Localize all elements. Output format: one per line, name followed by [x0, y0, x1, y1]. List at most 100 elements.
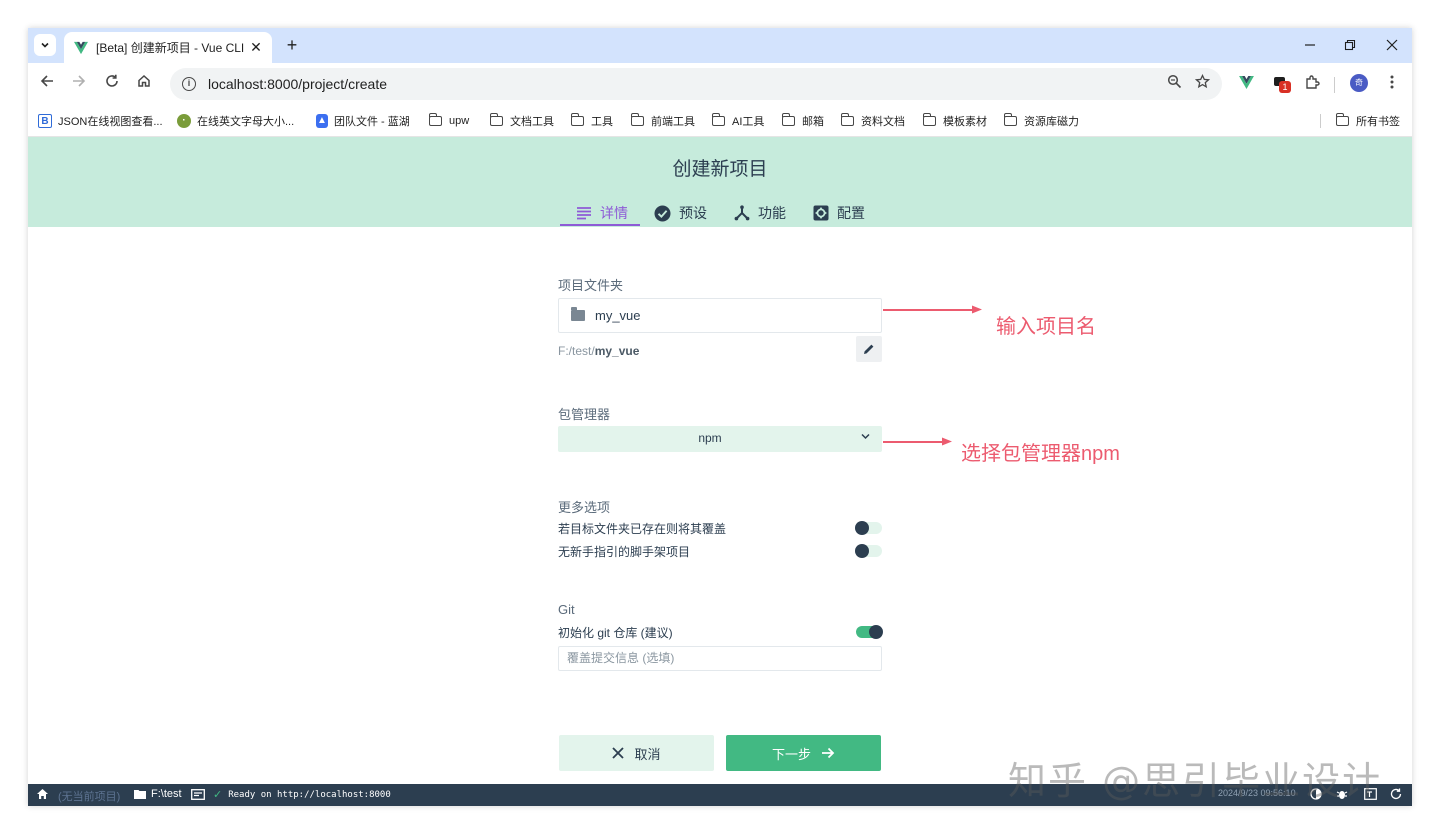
bookmark-item[interactable]: · 在线英文字母大小...: [177, 112, 294, 130]
tab-close-icon[interactable]: ✕: [248, 39, 264, 56]
bookmark-folder[interactable]: 工具: [570, 112, 613, 130]
tab-strip: [Beta] 创建新项目 - Vue CLI ✕ +: [28, 28, 1412, 63]
zoom-icon[interactable]: [1164, 74, 1184, 94]
site-info-icon[interactable]: i: [182, 77, 196, 91]
bookmark-folder[interactable]: 模板素材: [922, 112, 987, 130]
edit-path-button[interactable]: [856, 336, 882, 362]
browser-window: [Beta] 创建新项目 - Vue CLI ✕ + i localhost:8…: [28, 28, 1412, 806]
bookmark-label: 资料文档: [861, 116, 905, 128]
bookmark-label: JSON在线视图查看...: [58, 116, 163, 128]
profile-avatar[interactable]: 奇: [1350, 74, 1370, 94]
refresh-icon[interactable]: [1390, 788, 1402, 800]
overwrite-toggle[interactable]: [855, 521, 882, 535]
new-tab-button[interactable]: +: [282, 35, 302, 55]
menu-kebab-icon[interactable]: [1382, 74, 1402, 94]
next-button[interactable]: 下一步: [726, 735, 881, 771]
tab-presets[interactable]: 预设: [654, 199, 707, 227]
bookmark-folder[interactable]: upw: [428, 112, 470, 130]
project-folder-value: my_vue: [595, 308, 641, 323]
tab-title: [Beta] 创建新项目 - Vue CLI: [96, 41, 245, 55]
back-icon[interactable]: [36, 73, 58, 95]
toolbar-divider: [1334, 77, 1335, 93]
bookmark-label: AI工具: [732, 116, 765, 128]
vue-devtools-icon[interactable]: [1236, 74, 1256, 94]
bookmark-folder[interactable]: 文档工具: [489, 112, 554, 130]
bookmark-folder[interactable]: 邮箱: [781, 112, 824, 130]
folder-section-label: 项目文件夹: [558, 278, 624, 293]
bookmark-folder[interactable]: 前端工具: [630, 112, 695, 130]
url-text: localhost:8000/project/create: [208, 76, 387, 92]
bookmark-item[interactable]: ▲ 团队文件 - 蓝湖: [316, 112, 410, 130]
toggle-knob: [855, 521, 869, 535]
window-close-icon[interactable]: [1382, 36, 1402, 56]
bookmark-folder[interactable]: 资源库磁力: [1003, 112, 1079, 130]
tab-details[interactable]: 详情: [576, 199, 628, 227]
cancel-button[interactable]: 取消: [559, 735, 714, 771]
git-init-label: 初始化 git 仓库 (建议): [558, 626, 673, 640]
bookmark-label: 文档工具: [510, 116, 554, 128]
folder-status-text: F:\test: [151, 788, 182, 800]
json-site-icon: B: [38, 114, 52, 128]
folder-icon: [1003, 113, 1017, 126]
home-icon[interactable]: [133, 73, 155, 95]
folder-status[interactable]: F:\test: [134, 788, 182, 800]
package-manager-value: npm: [698, 431, 722, 445]
tab-config[interactable]: 配置: [813, 199, 865, 227]
package-manager-select[interactable]: npm: [558, 426, 882, 452]
bookmark-label: 前端工具: [651, 116, 695, 128]
annotation-package-manager: 选择包管理器npm: [961, 443, 1120, 465]
more-options-label: 更多选项: [558, 500, 611, 515]
reload-icon[interactable]: [101, 73, 123, 95]
overwrite-option-label: 若目标文件夹已存在则将其覆盖: [558, 522, 727, 536]
tab-search-button[interactable]: [34, 34, 56, 56]
annotation-arrow-pm: [883, 437, 952, 446]
tab-label: 配置: [837, 205, 865, 221]
folder-icon: [571, 307, 585, 321]
bookmark-label: 模板素材: [943, 116, 987, 128]
folder-icon: [840, 113, 854, 126]
minimize-icon[interactable]: [1300, 36, 1320, 56]
vue-logo-icon: [74, 41, 88, 54]
folder-icon: [134, 790, 146, 799]
folder-icon: [1335, 113, 1349, 126]
list-lines-icon: [576, 206, 592, 220]
chevron-down-icon: [861, 431, 870, 443]
tab-label: 功能: [758, 205, 786, 221]
forward-icon[interactable]: [68, 73, 90, 95]
bookmark-label: 邮箱: [802, 116, 824, 128]
path-name: my_vue: [594, 344, 640, 358]
pencil-icon: [864, 344, 874, 354]
bookmark-star-icon[interactable]: [1192, 73, 1212, 94]
bare-toggle[interactable]: [855, 544, 882, 558]
tab-features[interactable]: 功能: [734, 199, 786, 227]
git-init-toggle[interactable]: [856, 625, 883, 639]
address-bar[interactable]: i localhost:8000/project/create: [170, 68, 1222, 100]
all-bookmarks-folder[interactable]: 所有书签: [1335, 112, 1400, 130]
check-circle-icon: [654, 205, 671, 222]
restore-icon[interactable]: [1340, 36, 1360, 56]
folder-icon: [630, 113, 644, 126]
bookmark-label: upw: [449, 115, 470, 127]
extensions-puzzle-icon[interactable]: [1302, 74, 1322, 94]
watermark: 知乎 @思引毕业设计: [1008, 759, 1383, 803]
bare-option: 无新手指引的脚手架项目: [558, 543, 882, 559]
lanhu-site-icon: ▲: [316, 114, 328, 128]
extension-badge-icon[interactable]: 1: [1270, 74, 1291, 94]
folder-icon: [428, 113, 442, 126]
browser-tab[interactable]: [Beta] 创建新项目 - Vue CLI ✕: [64, 32, 272, 63]
bookmark-item[interactable]: B JSON在线视图查看...: [38, 112, 163, 130]
bare-option-label: 无新手指引的脚手架项目: [558, 545, 691, 559]
folder-icon: [781, 113, 795, 126]
chevron-down-icon: [41, 42, 49, 48]
settings-box-icon: [813, 205, 829, 221]
bookmark-folder[interactable]: 资料文档: [840, 112, 905, 130]
current-project-status[interactable]: (无当前项目): [58, 788, 120, 804]
project-path: F:/test/my_vue: [558, 344, 639, 358]
folder-icon: [489, 113, 503, 126]
path-prefix: F:/test/: [558, 344, 595, 358]
commit-message-input[interactable]: 覆盖提交信息 (选填): [558, 646, 882, 671]
bookmark-folder[interactable]: AI工具: [711, 112, 765, 130]
home-status-icon[interactable]: [36, 788, 49, 800]
console-status[interactable]: ✓ Ready on http://localhost:8000: [191, 788, 391, 801]
project-folder-input[interactable]: my_vue: [558, 298, 882, 333]
